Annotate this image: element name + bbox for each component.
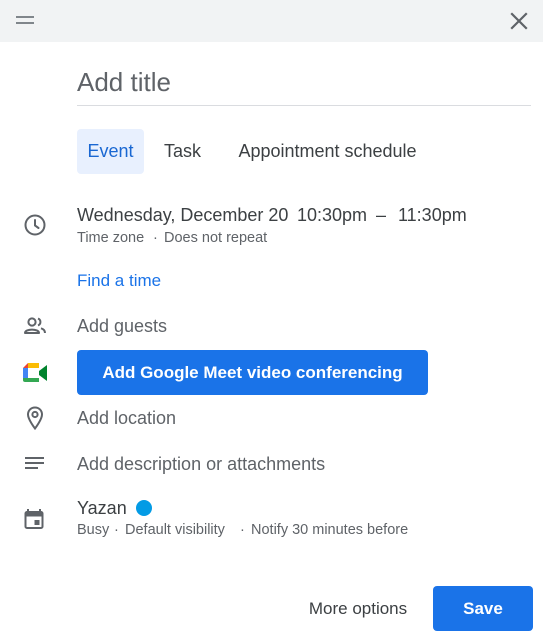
dialog-header — [0, 0, 543, 42]
close-icon[interactable] — [506, 8, 532, 34]
start-time[interactable]: 10:30pm — [297, 205, 367, 226]
people-icon — [22, 313, 48, 339]
visibility-dropdown[interactable]: Default visibility — [125, 522, 225, 538]
drag-handle-icon[interactable] — [14, 12, 36, 28]
location-pin-icon — [22, 405, 48, 431]
add-guests-field[interactable]: Add guests — [77, 316, 167, 337]
add-description-field[interactable]: Add description or attachments — [77, 454, 325, 475]
separator-dot: · — [240, 522, 245, 538]
timezone-link[interactable]: Time zone — [77, 230, 144, 246]
title-input[interactable] — [77, 66, 531, 106]
separator-dot: · — [153, 230, 158, 246]
end-time[interactable]: 11:30pm — [398, 205, 467, 226]
calendar-name[interactable]: Yazan — [77, 498, 127, 519]
time-separator: – — [376, 205, 387, 225]
tab-appointment-schedule[interactable]: Appointment schedule — [222, 129, 433, 174]
save-button[interactable]: Save — [433, 586, 533, 631]
tab-event[interactable]: Event — [77, 129, 144, 174]
clock-icon — [22, 212, 48, 238]
calendar-color-dot — [136, 500, 152, 516]
tab-task[interactable]: Task — [154, 129, 211, 174]
recurrence-dropdown[interactable]: Does not repeat — [164, 230, 267, 246]
availability-dropdown[interactable]: Busy — [77, 522, 109, 538]
separator-dot: · — [114, 522, 119, 538]
more-options-button[interactable]: More options — [298, 587, 418, 631]
notification-dropdown[interactable]: Notify 30 minutes before — [251, 522, 408, 538]
notes-icon — [22, 451, 48, 477]
google-meet-icon — [22, 360, 48, 386]
add-location-field[interactable]: Add location — [77, 408, 176, 429]
add-google-meet-button[interactable]: Add Google Meet video conferencing — [77, 350, 428, 395]
calendar-icon — [22, 507, 48, 533]
find-a-time-link[interactable]: Find a time — [77, 271, 161, 291]
event-date[interactable]: Wednesday, December 20 — [77, 205, 288, 226]
